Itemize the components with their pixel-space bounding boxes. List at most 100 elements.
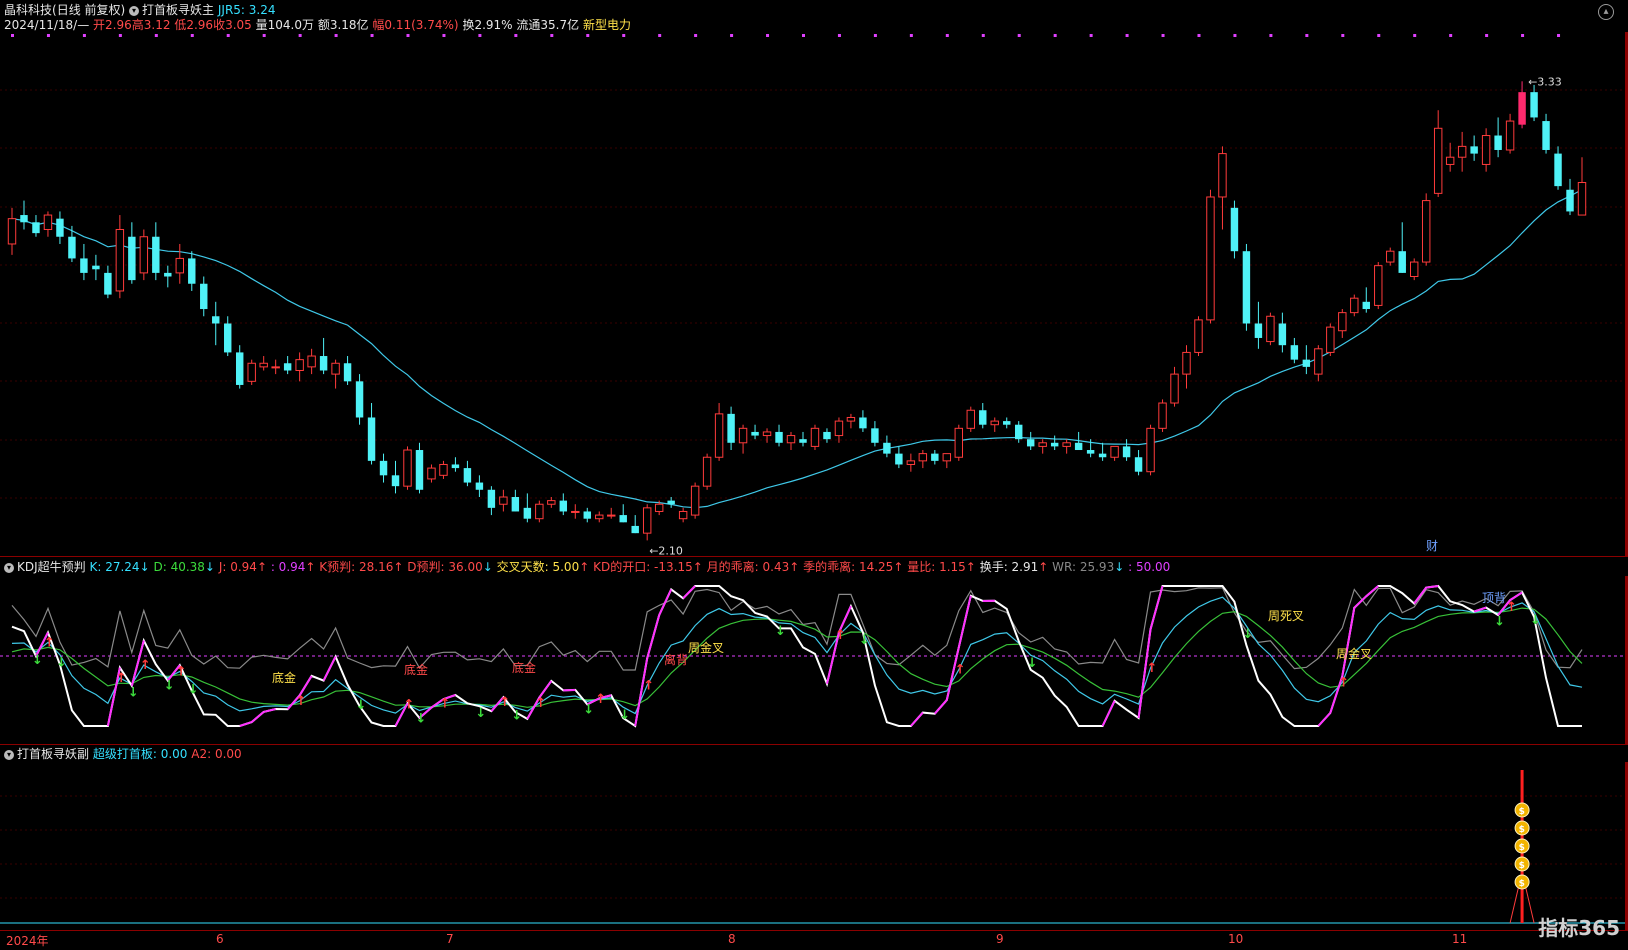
- candle-body: [1267, 316, 1274, 341]
- candle-body: [931, 454, 938, 461]
- candle: [1554, 146, 1561, 189]
- candle: [811, 425, 818, 450]
- signal-dot: [1305, 34, 1308, 37]
- candle-body: [1075, 443, 1082, 450]
- period-label[interactable]: (日线 前复权): [52, 3, 125, 17]
- candle: [1291, 338, 1298, 363]
- kdj-d: D: 40.38: [153, 560, 204, 574]
- signal-dot: [910, 34, 913, 37]
- candle: [296, 352, 303, 381]
- death-cross-arrow: ↓: [1494, 614, 1505, 629]
- candle-body: [667, 501, 674, 505]
- money-bag-symbol: $: [1519, 807, 1525, 817]
- candle-body: [440, 464, 447, 475]
- candle-body: [1494, 136, 1501, 150]
- chevron-down-icon[interactable]: ▾: [129, 6, 139, 16]
- signal-dot: [1485, 34, 1488, 37]
- signal-dot: [1521, 34, 1524, 37]
- x-label-jun: 6: [216, 932, 224, 946]
- death-cross-arrow: ↓: [775, 624, 786, 639]
- j-rise-segment: [647, 615, 659, 658]
- candle: [1171, 367, 1178, 407]
- candle: [979, 403, 986, 428]
- golden-cross-arrow: ↑: [1506, 600, 1517, 615]
- x-label-sep: 9: [996, 932, 1004, 946]
- kdj-annotation: 离背: [664, 652, 688, 667]
- candle: [859, 410, 866, 432]
- candle: [715, 403, 722, 461]
- j-rise-segment: [324, 657, 336, 681]
- candle: [236, 345, 243, 388]
- candle: [751, 425, 758, 439]
- kdj-month-dev: 月的乖离: 0.43: [707, 560, 790, 574]
- candle: [1542, 114, 1549, 154]
- golden-cross-arrow: ↑: [643, 678, 654, 693]
- collapse-up-icon[interactable]: ▴: [1598, 4, 1614, 20]
- j-rise-segment: [911, 713, 923, 726]
- candle-body: [859, 417, 866, 428]
- candle-body: [1063, 443, 1070, 447]
- signal-dot: [191, 34, 194, 37]
- chevron-down-icon[interactable]: ▾: [4, 750, 14, 760]
- candle-body: [524, 508, 531, 519]
- candle-body: [416, 450, 423, 490]
- signal-dot: [1054, 34, 1057, 37]
- main-header: 晶科科技(日线 前复权) ▾打首板寻妖主 JJR5: 3.24: [4, 2, 276, 18]
- quote-open: 开2.96: [93, 18, 132, 32]
- sub-title[interactable]: 打首板寻妖副: [17, 747, 89, 761]
- death-cross-arrow: ↓: [511, 709, 522, 724]
- candle: [1267, 313, 1274, 346]
- candlestick-chart[interactable]: ←3.33←2.10财: [0, 32, 1628, 556]
- candle: [464, 461, 471, 486]
- quote-close: 收3.05: [213, 18, 252, 32]
- j-rise-segment: [935, 700, 947, 714]
- quote-concept[interactable]: 新型电力: [583, 18, 631, 32]
- golden-cross-arrow: ↑: [176, 664, 187, 679]
- candle: [1399, 222, 1406, 273]
- candle-body: [20, 215, 27, 222]
- candle-body: [1399, 251, 1406, 273]
- candle-body: [548, 501, 555, 505]
- candle-body: [512, 497, 519, 511]
- kdj-j: J: 0.94: [219, 560, 257, 574]
- signal-dot: [838, 34, 841, 37]
- indicator-name[interactable]: 打首板寻妖主: [142, 3, 214, 17]
- candle: [1219, 146, 1226, 229]
- signal-dot: [946, 34, 949, 37]
- candle-body: [80, 258, 87, 272]
- candle: [488, 486, 495, 515]
- candle-body: [200, 284, 207, 309]
- kdj-chart[interactable]: ↓↑↓↑↓↑↓↑↓↑↓↑↓↑↓↑↓↑↓↑↓↑↓↑↓↑↓↑↓↑↓↑↓底金底金底金周…: [0, 576, 1628, 744]
- candle-body: [488, 490, 495, 508]
- candle: [1363, 287, 1370, 312]
- candle: [787, 432, 794, 450]
- kdj-wr: WR: 25.93: [1052, 560, 1114, 574]
- kdj-title[interactable]: KDJ超牛预判: [17, 560, 86, 574]
- candle: [560, 493, 567, 515]
- candle: [847, 414, 854, 428]
- candle: [440, 461, 447, 479]
- candle-body: [643, 508, 650, 533]
- candle-body: [308, 356, 315, 367]
- candle: [1123, 439, 1130, 461]
- signal-dot: [47, 34, 50, 37]
- x-label-aug: 8: [728, 932, 736, 946]
- candle: [1422, 193, 1429, 265]
- chevron-down-icon[interactable]: ▾: [4, 563, 14, 573]
- candle-body: [979, 410, 986, 424]
- candle: [871, 421, 878, 446]
- j-rise-segment: [252, 712, 264, 722]
- golden-cross-arrow: ↑: [1338, 676, 1349, 691]
- signal-dot: [335, 34, 338, 37]
- signal-dot: [1269, 34, 1272, 37]
- golden-cross-arrow: ↑: [955, 663, 966, 678]
- sub-chart[interactable]: $$$$$: [0, 762, 1628, 930]
- candle: [967, 407, 974, 432]
- candle: [943, 454, 950, 468]
- candle-body: [1051, 443, 1058, 447]
- candle-body: [476, 483, 483, 490]
- candle-body: [1171, 374, 1178, 403]
- signal-dot: [694, 34, 697, 37]
- stock-name[interactable]: 晶科科技: [4, 3, 52, 17]
- candle-body: [392, 475, 399, 486]
